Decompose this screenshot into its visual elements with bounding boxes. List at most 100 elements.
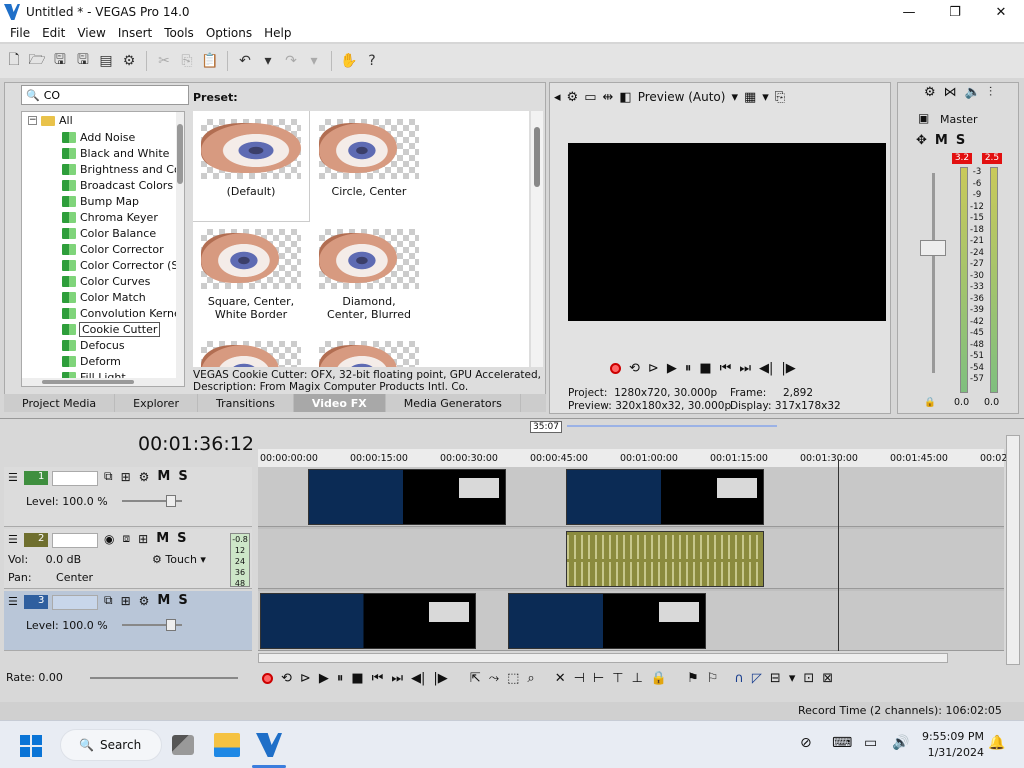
snapping-magnet-icon[interactable]: ∩ — [734, 671, 744, 686]
solo-button[interactable]: S — [178, 593, 187, 608]
preview-screen[interactable] — [568, 143, 886, 321]
tab-project-media[interactable]: Project Media — [4, 394, 116, 412]
panel-arrow-icon[interactable]: ◂ — [554, 90, 561, 105]
menu-insert[interactable]: Insert — [112, 26, 158, 40]
track-fx-gear-icon[interactable]: ⚙ — [139, 470, 150, 484]
timeline-vscroll[interactable] — [1006, 435, 1020, 665]
file-explorer-icon[interactable] — [214, 733, 240, 757]
zoom-tool-icon[interactable]: ⌕ — [527, 671, 534, 686]
go-to-end-icon[interactable]: ⏭ — [391, 671, 403, 686]
open-icon[interactable]: 🗁 — [27, 51, 47, 71]
master-settings-gear-icon[interactable]: ⚙ — [924, 85, 936, 100]
auto-ripple-icon[interactable]: ⊟ — [770, 671, 781, 686]
stop-icon[interactable]: ■ — [699, 361, 711, 376]
preset-vscroll[interactable] — [531, 111, 543, 367]
preview-settings-gear-icon[interactable]: ⚙ — [567, 90, 579, 105]
master-solo-button[interactable]: S — [956, 133, 965, 148]
video-clip[interactable] — [308, 469, 506, 525]
pause-icon[interactable]: ⏸ — [337, 671, 344, 686]
track-fx-gear-icon[interactable]: ⚙ — [139, 594, 150, 608]
input-monitor-icon[interactable]: ⧈ — [122, 531, 130, 546]
save-as-icon[interactable]: 🖫 — [73, 51, 93, 71]
minimize-button[interactable]: — — [886, 0, 932, 24]
trim-start-icon[interactable]: ⊢ — [593, 671, 604, 686]
chevron-down-icon[interactable]: ▾ — [762, 90, 769, 105]
preset-diamond-center[interactable]: Diamond, Center, Blurred — [311, 221, 427, 331]
external-monitor-icon[interactable]: ▭ — [584, 90, 596, 105]
record-icon[interactable] — [610, 363, 621, 374]
go-to-end-icon[interactable]: ⏭ — [739, 361, 751, 376]
undo-icon[interactable]: ↶ — [235, 51, 255, 71]
tree-item[interactable]: Broadcast Colors — [62, 177, 181, 193]
tab-transitions[interactable]: Transitions — [198, 394, 294, 412]
video-clip[interactable] — [508, 593, 706, 649]
paste-icon[interactable]: 📋 — [200, 51, 220, 71]
copy-snapshot-icon[interactable]: ⎘ — [775, 90, 785, 105]
track-motion-icon[interactable]: ⧉ — [104, 593, 113, 608]
track-header-3[interactable]: ☰ 3 ⧉ ⊞ ⚙ M S Level: 100.0 % — [4, 591, 252, 651]
tree-vscroll[interactable] — [176, 112, 184, 386]
master-insert-icon[interactable]: ⋈ — [944, 85, 957, 100]
preset-circle-center[interactable]: Circle, Center — [311, 111, 427, 221]
collapse-icon[interactable]: − — [28, 116, 37, 125]
mute-button[interactable]: M — [156, 531, 169, 546]
delete-icon[interactable]: ✕ — [555, 671, 566, 686]
network-icon[interactable]: ⊘ — [800, 735, 812, 751]
tree-item[interactable]: Black and White — [62, 145, 181, 161]
tab-explorer[interactable]: Explorer — [115, 394, 198, 412]
audio-clip[interactable] — [566, 531, 764, 587]
tree-item[interactable]: Cookie Cutter — [62, 321, 181, 337]
keyboard-icon[interactable]: ⌨ — [832, 735, 852, 751]
master-fader[interactable] — [920, 240, 946, 256]
mute-button[interactable]: M — [157, 593, 170, 608]
copy-icon[interactable]: ⎘ — [177, 51, 197, 71]
tree-item[interactable]: Color Corrector (S — [62, 257, 181, 273]
peak-right[interactable]: 2.5 — [982, 153, 1002, 164]
solo-button[interactable]: S — [177, 531, 186, 546]
master-mute-button[interactable]: M — [935, 133, 948, 148]
close-button[interactable]: ✕ — [978, 0, 1024, 24]
help-icon[interactable]: ? — [362, 51, 382, 71]
notification-bell-icon[interactable]: 🔔 — [988, 735, 1005, 751]
tree-item[interactable]: Color Corrector — [62, 241, 181, 257]
lane-audio-2[interactable] — [258, 529, 1004, 589]
track-menu-icon[interactable]: ☰ — [8, 471, 18, 484]
grid-overlay-icon[interactable]: ▦ — [744, 90, 756, 105]
preset-square-center[interactable]: Square, Center, White Border — [193, 221, 309, 331]
track-menu-icon[interactable]: ☰ — [8, 595, 18, 608]
next-frame-icon[interactable]: |▶ — [781, 361, 795, 376]
track-name-input[interactable] — [52, 595, 98, 610]
selection-tool-icon[interactable]: ⬚ — [507, 671, 519, 686]
taskbar-search[interactable]: 🔍 Search — [60, 729, 162, 761]
auto-crossfade-icon[interactable]: ◸ — [752, 671, 762, 686]
trim-icon[interactable]: ⊣ — [574, 671, 585, 686]
render-icon[interactable]: ▤ — [96, 51, 116, 71]
tree-root[interactable]: − All — [28, 114, 73, 127]
tree-item[interactable]: Color Curves — [62, 273, 181, 289]
split-screen-icon[interactable]: ⇹ — [602, 90, 613, 105]
track-compositing-icon[interactable]: ⊞ — [121, 470, 131, 484]
play-icon[interactable]: ▶ — [667, 361, 677, 376]
tree-item[interactable]: Convolution Kerne — [62, 305, 181, 321]
split-icon[interactable]: ⊥ — [632, 671, 643, 686]
loop-icon[interactable]: ⟲ — [281, 671, 292, 686]
tree-item[interactable]: Chroma Keyer — [62, 209, 181, 225]
volume-icon[interactable]: 🔊 — [892, 735, 909, 751]
save-icon[interactable]: 🖫 — [50, 51, 70, 71]
lane-video-3[interactable] — [258, 591, 1004, 651]
playhead-cursor[interactable] — [838, 459, 839, 651]
tree-item[interactable]: Color Match — [62, 289, 181, 305]
timeline-hscroll[interactable] — [258, 653, 948, 663]
tree-item[interactable]: Add Noise — [62, 129, 181, 145]
tree-item[interactable]: Defocus — [62, 337, 181, 353]
video-clip[interactable] — [566, 469, 764, 525]
tab-media-generators[interactable]: Media Generators — [386, 394, 521, 412]
tree-item[interactable]: Bump Map — [62, 193, 181, 209]
master-fx-icon[interactable]: ▣ — [918, 111, 929, 125]
redo-history-icon[interactable]: ▾ — [304, 51, 324, 71]
master-automation-icon[interactable]: ✥ — [916, 133, 927, 148]
preview-quality-dropdown[interactable]: Preview (Auto) — [638, 90, 726, 104]
menu-tools[interactable]: Tools — [158, 26, 200, 40]
menu-file[interactable]: File — [4, 26, 36, 40]
tree-item[interactable]: Brightness and Co — [62, 161, 181, 177]
